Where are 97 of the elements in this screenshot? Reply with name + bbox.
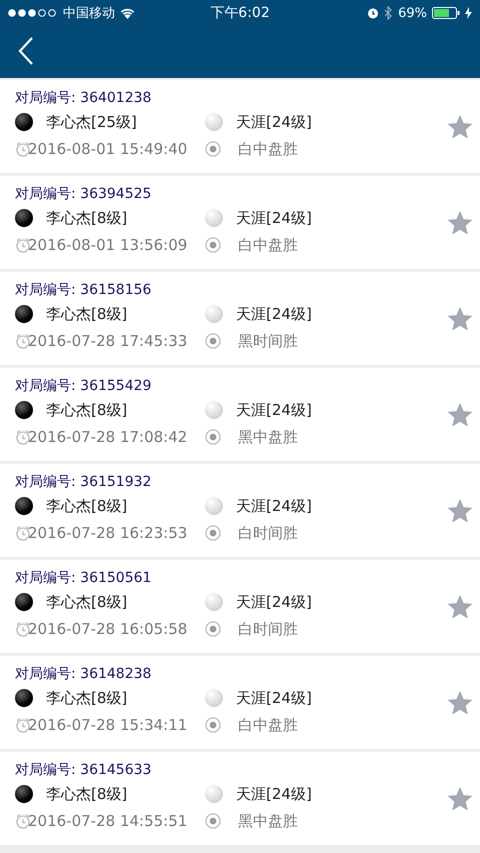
game-result: 白时间胜 xyxy=(238,524,298,542)
game-date: 2016-07-28 17:08:42 xyxy=(28,428,188,446)
stone-icon xyxy=(205,113,223,131)
game-record-card[interactable]: 对局编号: 36158156 李心杰[8级] 天涯[24级] 2016-07-28 17:45:33 黑时间胜 xyxy=(0,272,480,365)
result-radio-icon xyxy=(205,717,221,733)
game-date: 2016-07-28 16:23:53 xyxy=(28,524,188,542)
result-radio-icon xyxy=(205,333,221,349)
result-radio-icon xyxy=(205,141,221,157)
player-name: 天涯[24级] xyxy=(236,688,312,708)
result-radio-icon xyxy=(205,429,221,445)
player-name: 李心杰[8级] xyxy=(46,688,128,708)
wifi-icon xyxy=(120,8,135,18)
stone-icon xyxy=(15,113,33,131)
player-name: 李心杰[8级] xyxy=(46,208,128,228)
game-number: 对局编号: 36148238 xyxy=(15,665,152,684)
stone-icon xyxy=(205,209,223,227)
game-date: 2016-07-28 17:45:33 xyxy=(28,332,188,350)
battery-icon xyxy=(432,7,460,19)
game-result: 白中盘胜 xyxy=(238,236,298,254)
game-number: 对局编号: 36145633 xyxy=(15,761,152,780)
stone-icon xyxy=(205,689,223,707)
star-icon[interactable] xyxy=(446,689,474,717)
star-icon[interactable] xyxy=(446,785,474,813)
result-radio-icon xyxy=(205,525,221,541)
result-radio-icon xyxy=(205,813,221,829)
player-name: 李心杰[8级] xyxy=(46,400,128,420)
player-name: 天涯[24级] xyxy=(236,208,312,228)
stone-icon xyxy=(15,209,33,227)
clock-time: 下午6:02 xyxy=(210,4,270,22)
game-record-card[interactable]: 对局编号: 36394525 李心杰[8级] 天涯[24级] 2016-08-01 13:56:09 白中盘胜 xyxy=(0,176,480,269)
player-name: 李心杰[25级] xyxy=(46,112,137,132)
player-name: 天涯[24级] xyxy=(236,112,312,132)
game-number: 对局编号: 36158156 xyxy=(15,281,152,300)
game-result: 黑中盘胜 xyxy=(238,428,298,446)
player-name: 天涯[24级] xyxy=(236,784,312,804)
game-result: 白时间胜 xyxy=(238,620,298,638)
player-name: 李心杰[8级] xyxy=(46,496,128,516)
game-result: 黑时间胜 xyxy=(238,332,298,350)
game-number: 对局编号: 36151932 xyxy=(15,473,152,492)
clock-icon xyxy=(15,429,31,445)
player-name: 李心杰[8级] xyxy=(46,592,128,612)
player-name: 天涯[24级] xyxy=(236,496,312,516)
game-number: 对局编号: 36155429 xyxy=(15,377,152,396)
stone-icon xyxy=(15,401,33,419)
player-name: 李心杰[8级] xyxy=(46,784,128,804)
result-radio-icon xyxy=(205,237,221,253)
bluetooth-icon xyxy=(384,6,394,20)
clock-icon xyxy=(15,333,31,349)
game-record-card[interactable]: 对局编号: 36401238 李心杰[25级] 天涯[24级] 2016-08-01 15:49:40 白中盘胜 xyxy=(0,80,480,173)
star-icon[interactable] xyxy=(446,305,474,333)
game-number: 对局编号: 36401238 xyxy=(15,89,152,108)
carrier-name: 中国移动 xyxy=(63,5,115,22)
star-icon[interactable] xyxy=(446,593,474,621)
signal-icon xyxy=(8,9,58,17)
star-icon[interactable] xyxy=(446,497,474,525)
charging-icon xyxy=(465,7,472,19)
game-date: 2016-07-28 16:05:58 xyxy=(28,620,188,638)
battery-percent: 69% xyxy=(398,6,428,20)
clock-icon xyxy=(15,813,31,829)
star-icon[interactable] xyxy=(446,113,474,141)
clock-icon xyxy=(15,525,31,541)
game-result: 白中盘胜 xyxy=(238,140,298,158)
game-result: 黑中盘胜 xyxy=(238,812,298,830)
player-name: 天涯[24级] xyxy=(236,592,312,612)
result-radio-icon xyxy=(205,621,221,637)
player-name: 天涯[24级] xyxy=(236,400,312,420)
player-name: 李心杰[8级] xyxy=(46,304,128,324)
stone-icon xyxy=(15,785,33,803)
game-record-card[interactable]: 对局编号: 36150561 李心杰[8级] 天涯[24级] 2016-07-28 16:05:58 白时间胜 xyxy=(0,560,480,653)
stone-icon xyxy=(205,401,223,419)
game-record-card[interactable]: 对局编号: 36148238 李心杰[8级] 天涯[24级] 2016-07-28 15:34:11 白中盘胜 xyxy=(0,656,480,749)
game-date: 2016-07-28 15:34:11 xyxy=(28,716,188,734)
star-icon[interactable] xyxy=(446,401,474,429)
clock-icon xyxy=(15,717,31,733)
stone-icon xyxy=(205,785,223,803)
stone-icon xyxy=(205,497,223,515)
star-icon[interactable] xyxy=(446,209,474,237)
stone-icon xyxy=(205,305,223,323)
stone-icon xyxy=(15,689,33,707)
game-date: 2016-08-01 13:56:09 xyxy=(28,236,188,254)
stone-icon xyxy=(205,593,223,611)
game-date: 2016-07-28 14:55:51 xyxy=(28,812,188,830)
stone-icon xyxy=(15,305,33,323)
game-record-card[interactable]: 对局编号: 36145633 李心杰[8级] 天涯[24级] 2016-07-28 14:55:51 黑中盘胜 xyxy=(0,752,480,845)
game-record-card[interactable]: 对局编号: 36151932 李心杰[8级] 天涯[24级] 2016-07-28 16:23:53 白时间胜 xyxy=(0,464,480,557)
stone-icon xyxy=(15,593,33,611)
game-number: 对局编号: 36394525 xyxy=(15,185,152,204)
clock-icon xyxy=(15,237,31,253)
game-result: 白中盘胜 xyxy=(238,716,298,734)
player-name: 天涯[24级] xyxy=(236,304,312,324)
alarm-icon xyxy=(367,7,380,19)
game-number: 对局编号: 36150561 xyxy=(15,569,152,588)
clock-icon xyxy=(15,141,31,157)
stone-icon xyxy=(15,497,33,515)
game-record-card[interactable]: 对局编号: 36155429 李心杰[8级] 天涯[24级] 2016-07-28 17:08:42 黑中盘胜 xyxy=(0,368,480,461)
game-date: 2016-08-01 15:49:40 xyxy=(28,140,188,158)
clock-icon xyxy=(15,621,31,637)
